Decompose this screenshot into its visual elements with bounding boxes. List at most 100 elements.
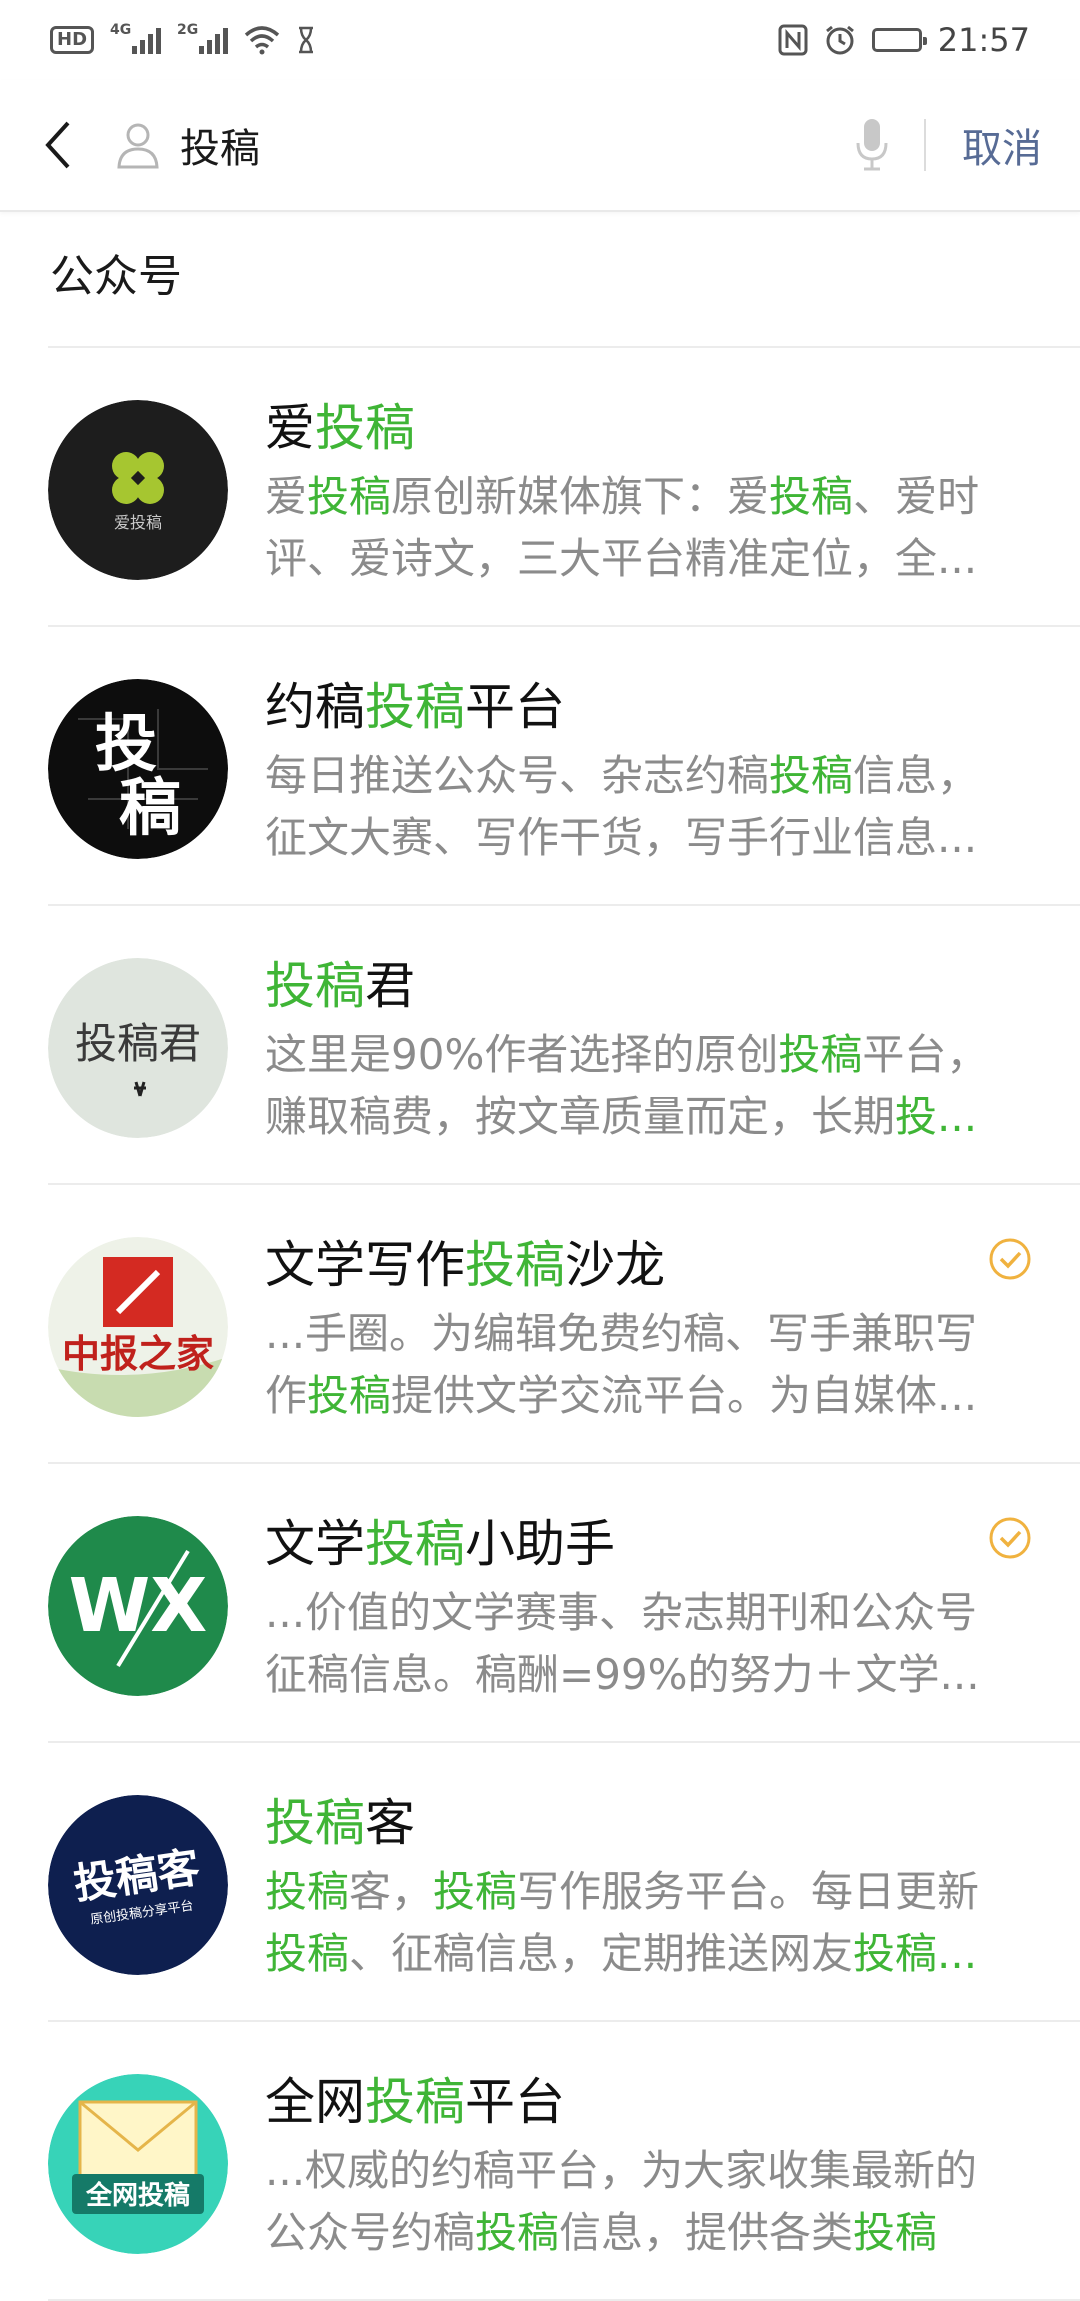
network-gen-label: 4G	[110, 22, 132, 38]
description-line: ...价值的文学赛事、杂志期刊和公众号	[265, 1582, 1035, 1644]
description-line: 赚取稿费，按文章质量而定，长期投...	[265, 1086, 1035, 1148]
avatar: 中报之家	[48, 1237, 228, 1417]
list-item[interactable]: 投稿客 原创投稿分享平台 投稿客 投稿客，投稿写作服务平台。每日更新 投稿、征稿信…	[0, 1743, 1080, 2022]
search-header: 取消	[0, 80, 1080, 212]
section-title: 公众号	[50, 251, 182, 302]
avatar: 全网投稿	[48, 2074, 228, 2254]
keyword-highlight: 投稿...	[853, 1929, 978, 1978]
description-line: 投稿客，投稿写作服务平台。每日更新	[265, 1861, 1035, 1923]
account-name: 约稿投稿平台	[265, 667, 565, 739]
keyword-highlight: 投稿	[265, 1794, 365, 1852]
account-description: ...价值的文学赛事、杂志期刊和公众号 征稿信息。稿酬=99%的努力＋文学...	[265, 1582, 1035, 1706]
avatar-text: 稿	[119, 771, 181, 844]
nfc-icon	[778, 24, 808, 56]
account-name: 爱投稿	[265, 388, 415, 460]
hourglass-icon	[299, 26, 314, 54]
text-segment: 文学	[265, 1515, 365, 1573]
text-segment: 征稿信息。稿酬=99%的努力＋文学...	[265, 1650, 980, 1699]
description-line: 征稿信息。稿酬=99%的努力＋文学...	[265, 1644, 1035, 1706]
text-segment: 沙龙	[565, 1236, 665, 1294]
text-segment: 这里是90%作者选择的原创	[265, 1030, 779, 1079]
status-left: HD 4G 2G	[50, 22, 316, 55]
status-bar: HD 4G 2G 21:57	[0, 0, 1080, 80]
divider	[924, 119, 926, 171]
text-segment: 文学写作	[265, 1236, 465, 1294]
text-segment: 公众号约稿	[265, 2208, 476, 2257]
avatar: WX	[48, 1516, 228, 1696]
keyword-highlight: 投稿	[433, 1867, 518, 1916]
list-item[interactable]: WX 文学投稿小助手 ...价值的文学赛事、杂志期刊和公众号 征稿信息。稿酬=99…	[0, 1464, 1080, 1743]
text-segment: 爱	[265, 399, 315, 457]
account-name: 投稿君	[265, 946, 415, 1018]
list-item[interactable]: 中报之家 文学写作投稿沙龙 ...手圈。为编辑免费约稿、写手兼职写 作投稿提供文学…	[0, 1185, 1080, 1464]
keyword-highlight: 投稿	[475, 2208, 560, 2257]
list-item[interactable]: 全网投稿 全网投稿平台 ...权威的约稿平台，为大家收集最新的 公众号约稿投稿信息…	[0, 2022, 1080, 2301]
text-segment: 平台	[465, 2073, 565, 2131]
list-item[interactable]: 投稿君 投稿君 这里是90%作者选择的原创投稿平台， 赚取稿费，按文章质量而定，长…	[0, 906, 1080, 1185]
network-gen-label: 2G	[177, 22, 199, 38]
text-segment: 小助手	[465, 1515, 615, 1573]
account-description: 这里是90%作者选择的原创投稿平台， 赚取稿费，按文章质量而定，长期投...	[265, 1024, 1035, 1148]
description-line: 这里是90%作者选择的原创投稿平台，	[265, 1024, 1035, 1086]
search-input[interactable]	[180, 115, 842, 175]
list-item[interactable]: 投 稿 约稿投稿平台 每日推送公众号、杂志约稿投稿信息， 征文大赛、写作干货，写手…	[0, 627, 1080, 906]
keyword-highlight: 投稿	[853, 2208, 938, 2257]
text-segment: 约稿	[265, 678, 365, 736]
text-segment: ...权威的约稿平台，为大家收集最新的	[265, 2146, 978, 2195]
verified-badge-icon	[988, 1516, 1032, 1560]
description-line: 公众号约稿投稿信息，提供各类投稿	[265, 2202, 1035, 2264]
hd-icon: HD	[50, 26, 95, 54]
account-name: 文学投稿小助手	[265, 1504, 615, 1576]
status-right: 21:57	[778, 21, 1030, 59]
chevron-left-icon	[45, 121, 70, 169]
text-segment: 提供文学交流平台。为自媒体...	[391, 1371, 978, 1420]
keyword-highlight: 投稿	[315, 399, 415, 457]
description-line: 评、爱诗文，三大平台精准定位，全...	[265, 528, 1035, 590]
text-segment: 赚取稿费，按文章质量而定，长期	[265, 1092, 896, 1141]
text-segment: 原创新媒体旗下：爱	[391, 472, 770, 521]
keyword-highlight: 投稿	[365, 1515, 465, 1573]
account-description: ...手圈。为编辑免费约稿、写手兼职写作投稿提供文学交流平台。为自媒体...	[265, 1303, 1035, 1427]
text-segment: 客，	[349, 1867, 434, 1916]
keyword-highlight: 投稿	[769, 472, 854, 521]
avatar: 爱投稿	[48, 400, 228, 580]
text-segment: 作	[265, 1371, 308, 1420]
back-button[interactable]	[22, 109, 94, 181]
microphone-icon	[856, 119, 888, 171]
wifi-icon	[244, 26, 280, 55]
text-segment: 全网	[265, 2073, 365, 2131]
keyword-highlight: 投...	[895, 1092, 978, 1141]
avatar-text: 全网投稿	[85, 2180, 190, 2211]
signal-icon-2: 2G	[177, 22, 229, 54]
avatar-text: 投稿君	[75, 1019, 201, 1068]
text-segment: 客	[365, 1794, 415, 1852]
avatar: 投稿君	[48, 958, 228, 1138]
account-description: 爱投稿原创新媒体旗下：爱投稿、爱时 评、爱诗文，三大平台精准定位，全...	[265, 466, 1035, 590]
description-line: 每日推送公众号、杂志约稿投稿信息，	[265, 745, 1035, 807]
avatar: 投稿客 原创投稿分享平台	[48, 1795, 228, 1975]
text-segment: ...手圈。为编辑免费约稿、写手兼职写	[265, 1309, 978, 1358]
keyword-highlight: 投稿	[307, 472, 392, 521]
results-list: 爱投稿 爱投稿 爱投稿原创新媒体旗下：爱投稿、爱时 评、爱诗文，三大平台精准定位，…	[0, 348, 1080, 2301]
description-line: 爱投稿原创新媒体旗下：爱投稿、爱时	[265, 466, 1035, 528]
account-description: 投稿客，投稿写作服务平台。每日更新 投稿、征稿信息，定期推送网友投稿...	[265, 1861, 1035, 1985]
text-segment: 征文大赛、写作干货，写手行业信息...	[265, 813, 978, 862]
account-description: ...权威的约稿平台，为大家收集最新的 公众号约稿投稿信息，提供各类投稿	[265, 2140, 1035, 2264]
keyword-highlight: 投稿	[778, 1030, 863, 1079]
signal-icon-1: 4G	[110, 22, 162, 54]
avatar-text: 中报之家	[62, 1331, 214, 1376]
text-segment: ...价值的文学赛事、杂志期刊和公众号	[265, 1588, 978, 1637]
avatar-text: 投	[95, 707, 157, 780]
keyword-highlight: 投稿	[265, 1867, 350, 1916]
keyword-highlight: 投稿	[769, 751, 854, 800]
description-line: 作投稿提供文学交流平台。为自媒体...	[265, 1365, 1035, 1427]
description-line: ...手圈。为编辑免费约稿、写手兼职写	[265, 1303, 1035, 1365]
keyword-highlight: 投稿	[365, 2073, 465, 2131]
text-segment: 、爱时	[853, 472, 980, 521]
cancel-button[interactable]: 取消	[962, 116, 1042, 174]
list-item[interactable]: 爱投稿 爱投稿 爱投稿原创新媒体旗下：爱投稿、爱时 评、爱诗文，三大平台精准定位，…	[0, 348, 1080, 627]
text-segment: 信息，提供各类	[559, 2208, 854, 2257]
clock: 21:57	[937, 21, 1030, 59]
microphone-button[interactable]	[842, 105, 902, 185]
text-segment: 信息，	[853, 751, 980, 800]
